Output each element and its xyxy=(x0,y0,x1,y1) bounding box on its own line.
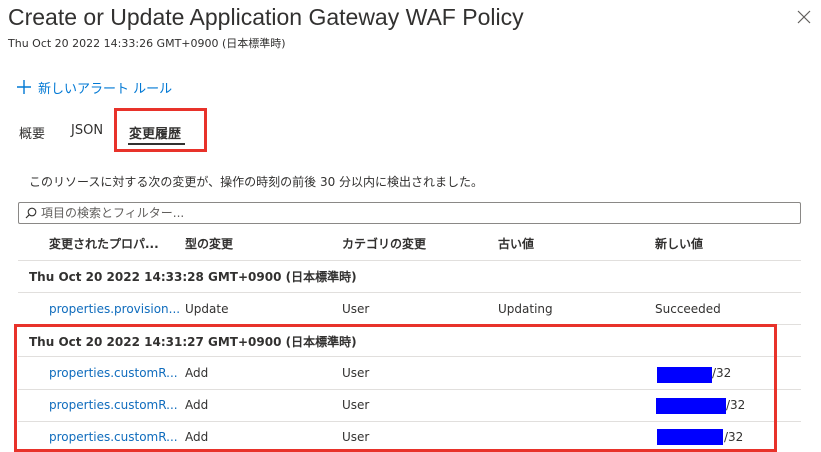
old-value-cell: Updating xyxy=(498,302,553,316)
plus-icon xyxy=(17,80,31,94)
row-divider xyxy=(18,260,801,261)
column-header-property[interactable]: 変更されたプロパ... xyxy=(49,235,159,252)
column-header-category[interactable]: カテゴリの変更 xyxy=(342,235,426,252)
row-divider xyxy=(18,292,801,293)
tab-highlight-box xyxy=(114,108,207,152)
tab-json[interactable]: JSON xyxy=(71,123,103,138)
tab-overview[interactable]: 概要 xyxy=(19,123,45,142)
category-cell: User xyxy=(342,302,370,316)
close-icon xyxy=(797,10,811,24)
page-title: Create or Update Application Gateway WAF… xyxy=(8,4,524,30)
close-button[interactable] xyxy=(795,8,813,26)
new-alert-rule-button[interactable]: 新しいアラート ルール xyxy=(16,78,173,97)
column-header-type[interactable]: 型の変更 xyxy=(185,235,233,252)
search-input[interactable] xyxy=(41,206,781,220)
change-type-cell: Update xyxy=(185,302,229,316)
change-description: このリソースに対する次の変更が、操作の時刻の前後 30 分以内に検出されました。 xyxy=(29,175,484,189)
property-link[interactable]: properties.provision... xyxy=(49,302,180,316)
search-icon xyxy=(25,207,37,219)
column-header-new-value[interactable]: 新しい値 xyxy=(655,235,703,252)
group-timestamp: Thu Oct 20 2022 14:33:28 GMT+0900 (日本標準時… xyxy=(29,270,357,284)
page-subtitle-timestamp: Thu Oct 20 2022 14:33:26 GMT+0900 (日本標準時… xyxy=(8,37,286,50)
new-alert-rule-label: 新しいアラート ルール xyxy=(38,81,173,97)
new-value-cell: Succeeded xyxy=(655,302,721,316)
search-box[interactable] xyxy=(18,202,801,224)
group-highlight-box xyxy=(14,324,777,452)
column-header-old-value[interactable]: 古い値 xyxy=(498,235,534,252)
